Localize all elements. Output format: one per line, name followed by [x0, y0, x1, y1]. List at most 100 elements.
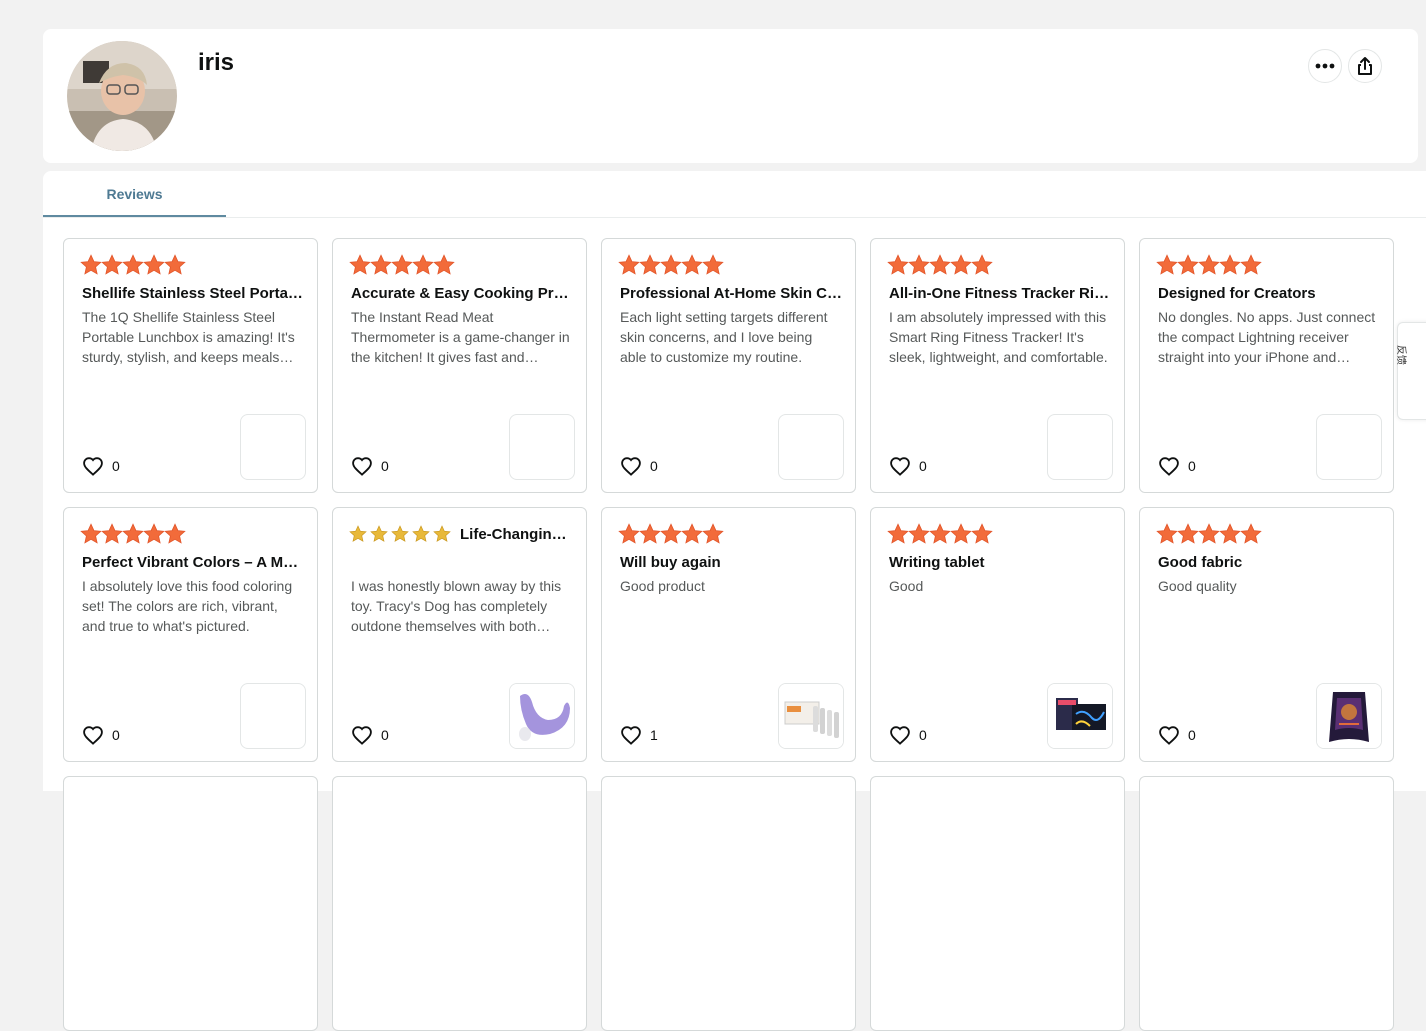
- star-icon: [1177, 254, 1199, 276]
- more-options-button[interactable]: [1308, 49, 1342, 83]
- share-icon: [1358, 57, 1372, 75]
- star-icon: [433, 525, 451, 543]
- user-avatar[interactable]: [67, 41, 177, 151]
- review-title: Perfect Vibrant Colors – A Must Have: [82, 554, 304, 571]
- star-icon: [887, 254, 909, 276]
- star-icon: [1198, 523, 1220, 545]
- review-card[interactable]: Writing tablet Good 0: [870, 507, 1125, 762]
- review-card[interactable]: [1139, 776, 1394, 1031]
- review-card[interactable]: Good fabric Good quality 0: [1139, 507, 1394, 762]
- like-count: 0: [112, 727, 120, 743]
- review-body: The 1Q Shellife Stainless Steel Portable…: [82, 309, 295, 365]
- review-body: Good: [889, 578, 924, 594]
- star-rating: [887, 254, 993, 276]
- star-icon: [349, 254, 371, 276]
- review-body: I was honestly blown away by this toy. T…: [351, 578, 562, 634]
- review-card[interactable]: Life-Changing Toy I was honestly blown aw…: [332, 507, 587, 762]
- review-card[interactable]: All-in-One Fitness Tracker Ring I am abso…: [870, 238, 1125, 493]
- profile-header: iris: [43, 29, 1418, 163]
- review-card[interactable]: [63, 776, 318, 1031]
- star-icon: [971, 523, 993, 545]
- review-card[interactable]: Professional At-Home Skin Care Each light…: [601, 238, 856, 493]
- star-icon: [618, 523, 640, 545]
- star-icon: [80, 523, 102, 545]
- star-icon: [950, 254, 972, 276]
- like-button[interactable]: 0: [889, 456, 927, 476]
- star-icon: [412, 525, 430, 543]
- review-card[interactable]: Perfect Vibrant Colors – A Must Have I ab…: [63, 507, 318, 762]
- feedback-side-tab-label: 反馈: [1395, 345, 1406, 365]
- star-icon: [702, 523, 724, 545]
- review-card[interactable]: Designed for Creators No dongles. No apps…: [1139, 238, 1394, 493]
- review-card[interactable]: Accurate & Easy Cooking Probe The Instant…: [332, 238, 587, 493]
- heart-icon: [351, 456, 373, 476]
- star-icon: [908, 523, 930, 545]
- feedback-side-tab[interactable]: 反馈: [1395, 322, 1426, 420]
- star-icon: [164, 523, 186, 545]
- star-icon: [660, 523, 682, 545]
- like-button[interactable]: 0: [620, 456, 658, 476]
- star-icon: [143, 254, 165, 276]
- review-card[interactable]: [870, 776, 1125, 1031]
- product-thumbnail[interactable]: [509, 683, 575, 749]
- review-body: Good quality: [1158, 578, 1237, 594]
- review-title: Writing tablet: [889, 554, 985, 571]
- review-card[interactable]: [601, 776, 856, 1031]
- star-rating: Life-Changing Toy: [349, 523, 570, 545]
- heart-icon: [620, 456, 642, 476]
- like-button[interactable]: 0: [351, 456, 389, 476]
- star-rating: [887, 523, 993, 545]
- star-icon: [929, 523, 951, 545]
- star-icon: [412, 254, 434, 276]
- like-button[interactable]: 0: [351, 725, 389, 745]
- profile-name: iris: [198, 49, 235, 76]
- star-rating: [618, 254, 724, 276]
- review-card[interactable]: [332, 776, 587, 1031]
- share-button[interactable]: [1348, 49, 1382, 83]
- review-title: Accurate & Easy Cooking Probe: [351, 285, 573, 302]
- star-icon: [681, 523, 703, 545]
- star-icon: [101, 523, 123, 545]
- star-icon: [122, 254, 144, 276]
- product-thumbnail[interactable]: [240, 414, 306, 480]
- product-thumbnail[interactable]: [1316, 414, 1382, 480]
- review-body: I am absolutely impressed with this Smar…: [889, 309, 1108, 365]
- product-thumbnail[interactable]: [1316, 683, 1382, 749]
- like-button[interactable]: 1: [620, 725, 658, 745]
- like-button[interactable]: 0: [1158, 725, 1196, 745]
- heart-icon: [1158, 456, 1180, 476]
- review-body: The Instant Read Meat Thermometer is a g…: [351, 309, 570, 365]
- review-body: No dongles. No apps. Just connect the co…: [1158, 309, 1376, 365]
- like-count: 0: [1188, 458, 1196, 474]
- review-title: Good fabric: [1158, 554, 1243, 571]
- product-thumbnail[interactable]: [778, 414, 844, 480]
- product-thumbnail[interactable]: [1047, 683, 1113, 749]
- review-card[interactable]: Will buy again Good product 1: [601, 507, 856, 762]
- heart-icon: [1158, 725, 1180, 745]
- like-button[interactable]: 0: [82, 456, 120, 476]
- star-icon: [681, 254, 703, 276]
- star-icon: [1156, 523, 1178, 545]
- like-button[interactable]: 0: [889, 725, 927, 745]
- like-count: 0: [381, 727, 389, 743]
- product-thumbnail[interactable]: [1047, 414, 1113, 480]
- heart-icon: [82, 456, 104, 476]
- like-button[interactable]: 0: [82, 725, 120, 745]
- star-icon: [950, 523, 972, 545]
- heart-icon: [82, 725, 104, 745]
- tab-reviews[interactable]: Reviews: [43, 171, 226, 217]
- like-count: 0: [650, 458, 658, 474]
- product-thumbnail[interactable]: [509, 414, 575, 480]
- review-card[interactable]: Shellife Stainless Steel Portable Lunchb…: [63, 238, 318, 493]
- product-thumbnail[interactable]: [240, 683, 306, 749]
- like-button[interactable]: 0: [1158, 456, 1196, 476]
- product-thumbnail[interactable]: [778, 683, 844, 749]
- star-icon: [349, 525, 367, 543]
- star-icon: [433, 254, 455, 276]
- like-count: 0: [381, 458, 389, 474]
- like-count: 1: [650, 727, 658, 743]
- star-icon: [702, 254, 724, 276]
- review-title: Professional At-Home Skin Care: [620, 285, 842, 302]
- more-options-icon: [1315, 63, 1335, 69]
- review-title: Will buy again: [620, 554, 721, 571]
